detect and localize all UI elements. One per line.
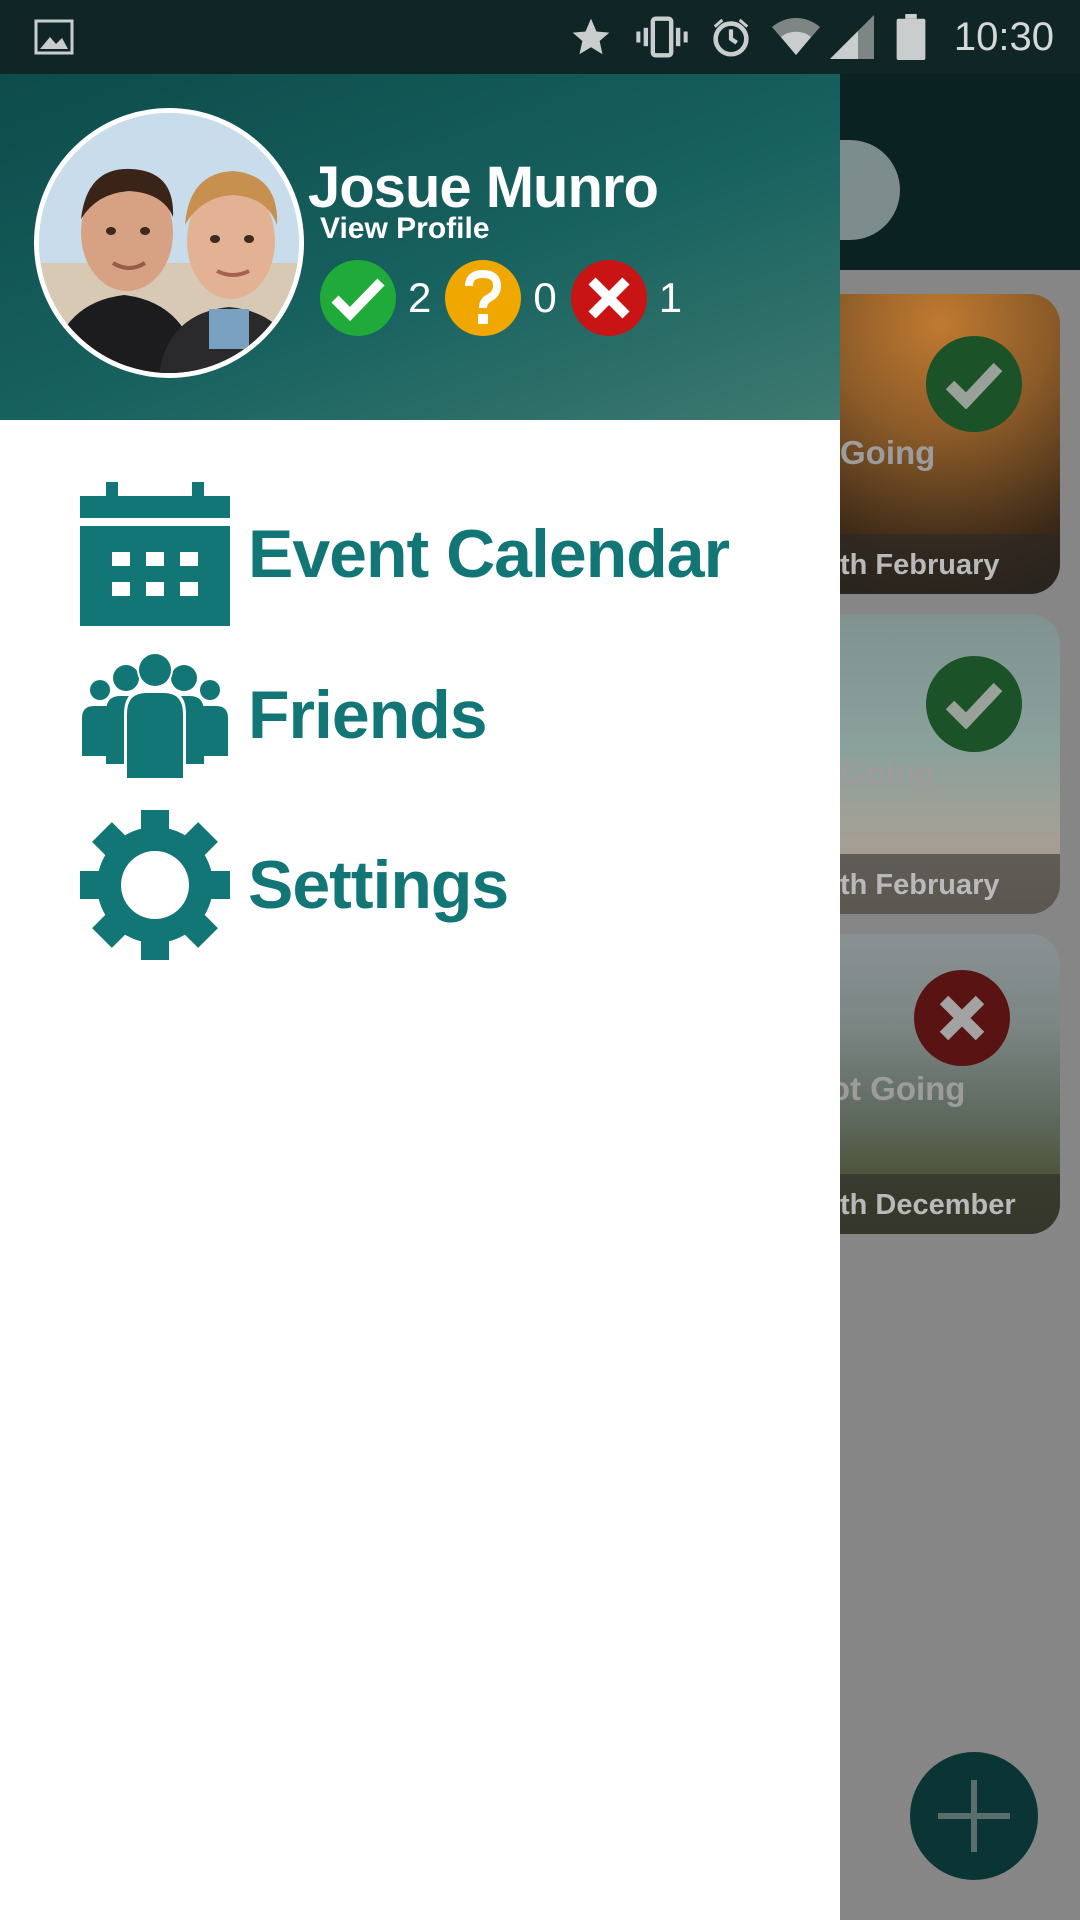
plus-icon: [938, 1780, 1010, 1852]
not-going-count: 1: [658, 274, 683, 321]
wifi-icon: [772, 0, 820, 74]
event-date: th February: [840, 549, 1000, 581]
event-status: Going: [840, 434, 936, 471]
star-icon: [568, 0, 614, 74]
going-icon: [926, 336, 1022, 432]
status-bar: 10:30: [0, 0, 1080, 74]
gear-icon: [80, 810, 230, 960]
navigation-drawer: Josue Munro View Profile 2 0 1 Event Cal…: [0, 74, 840, 1920]
add-event-button[interactable]: [910, 1752, 1038, 1880]
vibrate-icon: [634, 0, 690, 74]
check-icon: [320, 260, 396, 336]
avatar[interactable]: [34, 108, 304, 378]
menu-item-friends[interactable]: Friends: [80, 652, 488, 778]
menu-item-event-calendar[interactable]: Event Calendar: [80, 482, 730, 626]
event-date: th February: [840, 869, 1000, 901]
alarm-icon: [708, 0, 754, 74]
menu-label-event-calendar: Event Calendar: [248, 516, 730, 592]
maybe-count: 0: [533, 274, 557, 321]
menu-label-settings: Settings: [248, 847, 509, 923]
user-name: Josue Munro: [308, 155, 659, 220]
not-going-icon: [914, 970, 1010, 1066]
menu-label-friends: Friends: [248, 677, 488, 753]
battery-icon: [896, 0, 926, 74]
drawer-header: Josue Munro View Profile 2 0 1: [0, 74, 840, 420]
status-clock: 10:30: [953, 14, 1054, 59]
going-count: 2: [408, 274, 432, 321]
calendar-icon: [80, 482, 230, 626]
question-icon: [445, 260, 522, 336]
image-icon: [34, 0, 74, 74]
x-icon: [570, 260, 647, 336]
people-icon: [80, 652, 230, 778]
view-profile-link[interactable]: View Profile: [320, 212, 490, 246]
going-icon: [926, 656, 1022, 752]
menu-item-settings[interactable]: Settings: [80, 810, 509, 960]
event-date: th December: [840, 1189, 1016, 1221]
signal-icon: [830, 0, 874, 74]
rsvp-stats: 2 0 1: [320, 260, 696, 336]
event-status: Going: [840, 754, 936, 791]
